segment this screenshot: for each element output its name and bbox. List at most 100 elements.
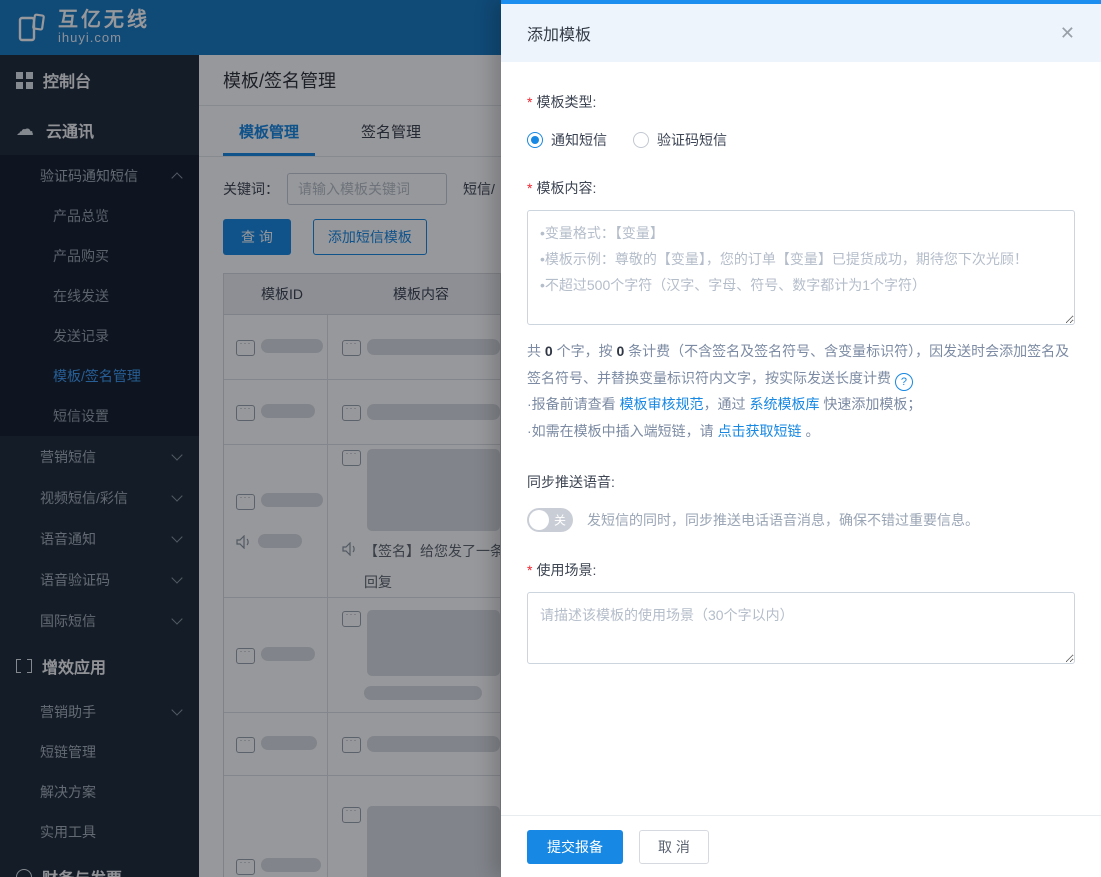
chat-bubble-icon bbox=[342, 807, 361, 823]
chat-bubble-icon bbox=[342, 611, 361, 627]
voice-template-preview: 【签名】给您发了一条通 bbox=[364, 541, 500, 562]
sidebar-item-enhance-apps[interactable]: 增效应用 bbox=[0, 641, 199, 691]
cancel-button[interactable]: 取 消 bbox=[639, 830, 709, 864]
chevron-down-icon bbox=[171, 490, 182, 501]
cloud-icon bbox=[16, 121, 36, 139]
submit-report-button[interactable]: 提交报备 bbox=[527, 830, 623, 864]
keyword-input[interactable] bbox=[287, 173, 447, 205]
sidebar-item-label: 营销短信 bbox=[40, 447, 96, 467]
brand-domain: ihuyi.com bbox=[58, 31, 150, 45]
sidebar-item-product-purchase[interactable]: 产品购买 bbox=[0, 236, 199, 276]
circle-icon bbox=[16, 869, 32, 877]
sidebar-item-label: 营销助手 bbox=[40, 702, 96, 722]
expand-brackets-icon bbox=[16, 658, 32, 674]
chevron-down-icon bbox=[171, 449, 182, 460]
chat-bubble-icon bbox=[342, 450, 361, 466]
sidebar-item-send-records[interactable]: 发送记录 bbox=[0, 316, 199, 356]
tab-template-mgmt[interactable]: 模板管理 bbox=[239, 106, 299, 156]
sidebar-item-label: 产品总览 bbox=[53, 206, 109, 226]
sidebar-item-voice-verify[interactable]: 语音验证码 bbox=[0, 559, 199, 600]
redacted-id bbox=[261, 736, 317, 750]
redacted-id bbox=[261, 858, 321, 872]
top-header-bar: 互亿无线 ihuyi.com bbox=[0, 0, 501, 55]
sidebar-item-cloud-comm[interactable]: 云通讯 bbox=[0, 105, 199, 155]
brand-name: 互亿无线 bbox=[58, 10, 150, 31]
required-asterisk: * bbox=[527, 562, 532, 578]
sidebar-item-label: 解决方案 bbox=[40, 782, 96, 802]
sidebar-item-label: 云通讯 bbox=[46, 118, 94, 142]
search-button[interactable]: 查 询 bbox=[223, 219, 291, 255]
chat-bubble-icon bbox=[236, 494, 255, 510]
redacted-content bbox=[367, 339, 500, 355]
sidebar-item-video-mms[interactable]: 视频短信/彩信 bbox=[0, 477, 199, 518]
sidebar-item-label: 验证码通知短信 bbox=[40, 166, 138, 186]
chevron-up-icon bbox=[171, 172, 182, 183]
sidebar-item-template-signature[interactable]: 模板/签名管理 bbox=[0, 356, 199, 396]
filter-row: 关键词： 短信/ bbox=[223, 173, 501, 205]
main-content: 模板/签名管理 模板管理 签名管理 关键词： 短信/ 查 询 添加短信模板 模板… bbox=[199, 55, 501, 877]
sidebar-item-verify-notify-sms[interactable]: 验证码通知短信 bbox=[0, 155, 199, 196]
sidebar-item-label: 视频短信/彩信 bbox=[40, 488, 128, 508]
table-row bbox=[224, 776, 500, 877]
sidebar-item-product-overview[interactable]: 产品总览 bbox=[0, 196, 199, 236]
redacted-content bbox=[367, 736, 500, 752]
add-template-button[interactable]: 添加短信模板 bbox=[313, 219, 427, 255]
get-shortlink-link[interactable]: 点击获取短链 bbox=[718, 423, 802, 439]
sidebar-item-shortlink-mgmt[interactable]: 短链管理 bbox=[0, 732, 199, 772]
sidebar-item-marketing-assistant[interactable]: 营销助手 bbox=[0, 691, 199, 732]
table-row bbox=[224, 713, 500, 776]
usage-scene-textarea[interactable] bbox=[527, 592, 1075, 664]
sidebar-item-intl-sms[interactable]: 国际短信 bbox=[0, 600, 199, 641]
usage-scene-field: *使用场景: bbox=[527, 560, 1075, 669]
brand-logo-icon bbox=[14, 10, 50, 46]
brand-logo[interactable]: 互亿无线 ihuyi.com bbox=[14, 10, 150, 46]
chat-bubble-icon bbox=[236, 648, 255, 664]
sidebar-item-label: 国际短信 bbox=[40, 611, 96, 631]
redacted-content bbox=[367, 806, 500, 877]
action-buttons-row: 查 询 添加短信模板 bbox=[223, 219, 501, 255]
tab-signature-mgmt[interactable]: 签名管理 bbox=[361, 106, 421, 156]
redacted-id bbox=[261, 404, 315, 418]
sidebar-item-utilities[interactable]: 实用工具 bbox=[0, 812, 199, 852]
sidebar-item-solutions[interactable]: 解决方案 bbox=[0, 772, 199, 812]
sidebar-item-label: 财务与发票 bbox=[42, 865, 122, 877]
template-content-textarea[interactable] bbox=[527, 210, 1075, 325]
tip-line-review: ·报备前请查看 模板审核规范，通过 系统模板库 快速添加模板； bbox=[527, 391, 1075, 418]
sidebar-item-online-send[interactable]: 在线发送 bbox=[0, 276, 199, 316]
drawer-header: 添加模板 ✕ bbox=[501, 4, 1101, 62]
voice-template-preview: 回复 bbox=[364, 572, 500, 593]
column-header-template-content: 模板内容 bbox=[328, 284, 500, 304]
help-icon[interactable]: ? bbox=[895, 373, 913, 391]
chat-bubble-icon bbox=[236, 405, 255, 421]
chevron-down-icon bbox=[171, 572, 182, 583]
sidebar-item-console[interactable]: 控制台 bbox=[0, 55, 199, 105]
sidebar-item-sms-settings[interactable]: 短信设置 bbox=[0, 396, 199, 436]
system-template-library-link[interactable]: 系统模板库 bbox=[749, 396, 819, 412]
radio-unselected-icon bbox=[633, 132, 649, 148]
table-row bbox=[224, 315, 500, 380]
radio-notify-sms[interactable]: 通知短信 bbox=[527, 130, 607, 150]
radio-verify-sms[interactable]: 验证码短信 bbox=[633, 130, 727, 150]
voice-push-toggle[interactable]: 关 bbox=[527, 508, 573, 532]
chat-bubble-icon bbox=[236, 859, 255, 875]
sidebar-item-finance-invoice[interactable]: 财务与发票 bbox=[0, 852, 199, 877]
template-type-field: *模板类型: 通知短信 验证码短信 bbox=[527, 92, 1075, 150]
redacted-content bbox=[367, 404, 500, 420]
add-template-drawer: 添加模板 ✕ *模板类型: 通知短信 验证码短信 *模板内容: bbox=[501, 0, 1101, 877]
required-asterisk: * bbox=[527, 180, 532, 196]
app-root: 互亿无线 ihuyi.com 控制台 云通讯 验证码通知短信 产品总览 产品购买 bbox=[0, 0, 1101, 877]
sidebar-item-voice-notify[interactable]: 语音通知 bbox=[0, 518, 199, 559]
redacted-content bbox=[367, 449, 500, 531]
table-row bbox=[224, 380, 500, 445]
redacted-id bbox=[258, 534, 302, 548]
speaker-icon bbox=[342, 542, 358, 556]
redacted-content bbox=[364, 686, 482, 700]
template-review-spec-link[interactable]: 模板审核规范 bbox=[620, 396, 704, 412]
toggle-off-label: 关 bbox=[554, 512, 566, 529]
close-icon[interactable]: ✕ bbox=[1060, 24, 1075, 42]
tip-line-shortlink: ·如需在模板中插入端短链，请 点击获取短链 。 bbox=[527, 418, 1075, 445]
radio-label: 验证码短信 bbox=[657, 130, 727, 150]
table-row: 【签名】给您发了一条通 回复 bbox=[224, 445, 500, 598]
keyword-label: 关键词： bbox=[223, 179, 279, 199]
sidebar-item-marketing-sms[interactable]: 营销短信 bbox=[0, 436, 199, 477]
